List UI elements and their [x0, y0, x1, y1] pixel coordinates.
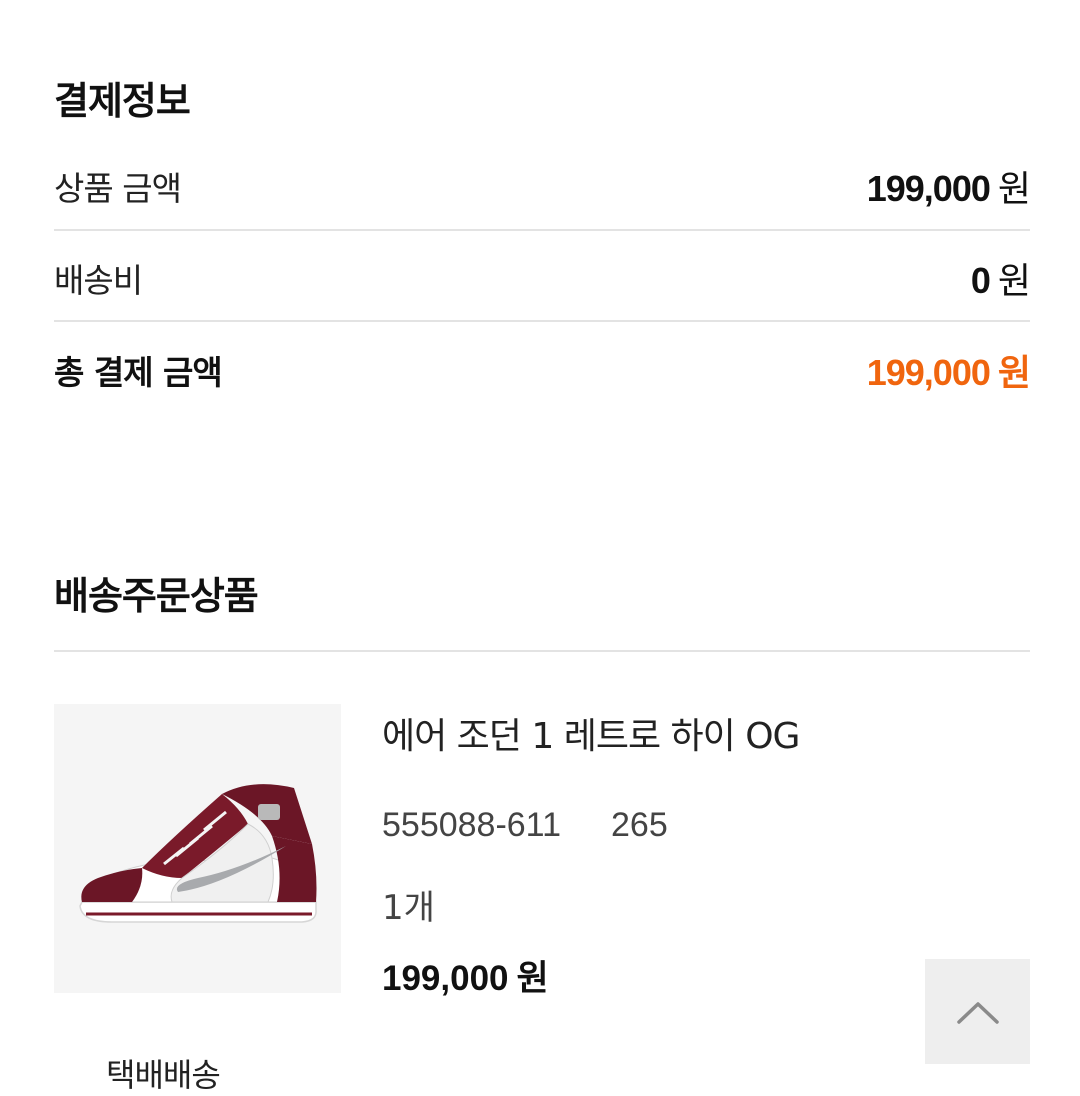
product-name[interactable]: 에어 조던 1 레트로 하이 OG	[382, 707, 800, 759]
shipping-fee-row: 배송비 0원	[54, 252, 1031, 304]
divider	[54, 320, 1030, 322]
total-amount-unit: 원	[997, 353, 1031, 394]
scroll-to-top-button[interactable]	[925, 959, 1030, 1064]
product-amount-unit: 원	[997, 169, 1031, 210]
shipping-fee-number: 0	[970, 260, 991, 301]
product-amount-row: 상품 금액 199,000 원	[54, 160, 1031, 212]
product-quantity: 1개	[382, 888, 435, 928]
total-amount-label: 총 결제 금액	[54, 353, 223, 392]
shipping-fee-value: 0원	[970, 252, 1031, 304]
shipping-fee-unit: 원	[997, 261, 1031, 302]
chevron-up-icon	[956, 1001, 999, 1024]
product-price-unit: 원	[516, 959, 549, 999]
product-size: 265	[611, 806, 668, 844]
delivery-method: 택배배송	[106, 1056, 221, 1094]
total-amount-row: 총 결제 금액 199,000 원	[54, 344, 1031, 396]
product-amount-number: 199,000	[866, 168, 991, 209]
divider	[54, 650, 1030, 652]
payment-info-title: 결제정보	[54, 79, 191, 123]
sneaker-image	[79, 784, 317, 923]
product-code: 555088-611	[382, 806, 561, 844]
product-price-number: 199,000	[382, 959, 509, 998]
shipping-fee-label: 배송비	[54, 261, 143, 300]
total-amount-number: 199,000	[866, 352, 991, 393]
product-amount-value: 199,000 원	[866, 160, 1031, 212]
divider	[54, 229, 1030, 231]
product-amount-label: 상품 금액	[54, 169, 182, 208]
shipping-order-title: 배송주문상품	[54, 574, 259, 618]
product-thumbnail[interactable]	[54, 704, 341, 993]
total-amount-value: 199,000 원	[866, 344, 1031, 396]
product-price: 199,000 원	[382, 950, 549, 1001]
